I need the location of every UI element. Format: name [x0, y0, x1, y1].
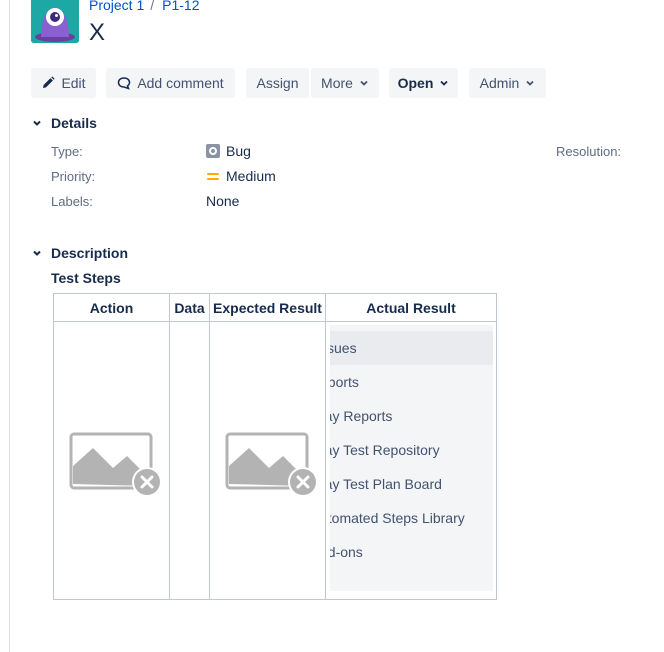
more-button[interactable]: More: [311, 68, 379, 98]
menu-item-issues[interactable]: ssues: [330, 331, 493, 365]
admin-button[interactable]: Admin: [469, 68, 546, 98]
menu-item-add-ons[interactable]: dd-ons: [330, 535, 493, 569]
menu-item-label: ray Test Repository: [330, 442, 440, 458]
add-comment-button[interactable]: Add comment: [106, 68, 235, 98]
menu-item-xray-reports[interactable]: ray Reports: [330, 399, 493, 433]
details-toggle[interactable]: Details: [31, 115, 97, 131]
broken-image-icon: [225, 432, 321, 499]
table-divider: [209, 294, 210, 599]
menu-item-label: dd-ons: [330, 544, 363, 560]
column-header-actual-result: Actual Result: [366, 299, 456, 316]
type-label: Type:: [51, 144, 83, 159]
description-heading: Description: [51, 245, 129, 261]
breadcrumb-project-link[interactable]: Project 1: [89, 0, 144, 13]
edit-button-label: Edit: [61, 75, 86, 91]
table-header-divider: [54, 321, 496, 322]
priority-medium-icon: [207, 173, 219, 180]
breadcrumb-separator: /: [150, 0, 155, 13]
chevron-down-icon: [440, 80, 449, 86]
menu-item-xray-test-plan-board[interactable]: ray Test Plan Board: [330, 467, 493, 501]
labels-value[interactable]: None: [206, 193, 239, 209]
broken-image-icon: [69, 432, 165, 499]
menu-item-label: eports: [330, 374, 359, 390]
menu-item-label: ray Reports: [330, 408, 393, 424]
breadcrumb: Project 1 / P1-12: [89, 0, 200, 13]
menu-item-reports[interactable]: eports: [330, 365, 493, 399]
dropdown-menu: ssues eports ray Reports ray Test Reposi…: [330, 325, 493, 591]
table-divider: [325, 294, 326, 599]
add-comment-label: Add comment: [137, 75, 224, 91]
edit-button[interactable]: Edit: [31, 68, 96, 98]
column-header-data: Data: [174, 299, 205, 316]
menu-item-label: utomated Steps Library: [330, 510, 465, 526]
priority-value: Medium: [206, 168, 276, 184]
menu-item-label: ray Test Plan Board: [330, 476, 442, 492]
table-divider: [169, 294, 170, 599]
issue-title[interactable]: X: [89, 19, 105, 47]
breadcrumb-issue-link[interactable]: P1-12: [162, 0, 199, 13]
bug-icon: [206, 144, 220, 158]
resolution-label: Resolution:: [556, 144, 622, 159]
priority-value-text: Medium: [226, 168, 276, 184]
labels-label: Labels:: [51, 194, 93, 209]
more-label: More: [321, 75, 353, 91]
comment-icon: [118, 77, 131, 90]
status-label: Open: [397, 75, 434, 91]
chevron-down-icon: [33, 250, 41, 256]
pencil-icon: [43, 76, 56, 88]
type-value-text: Bug: [226, 143, 251, 159]
test-steps-title: Test Steps: [51, 270, 121, 286]
left-border: [9, 0, 10, 652]
assign-button[interactable]: Assign: [246, 68, 309, 98]
chevron-down-icon: [360, 80, 368, 86]
status-open-button[interactable]: Open: [389, 68, 458, 98]
project-avatar-icon[interactable]: [31, 0, 79, 43]
assign-label: Assign: [256, 75, 299, 91]
menu-item-xray-test-repository[interactable]: ray Test Repository: [330, 433, 493, 467]
menu-item-label: ssues: [330, 340, 357, 356]
chevron-down-icon: [33, 120, 41, 126]
menu-item-automated-steps-library[interactable]: utomated Steps Library: [330, 501, 493, 535]
column-header-action: Action: [89, 299, 134, 316]
admin-label: Admin: [479, 75, 520, 91]
column-header-expected-result: Expected Result: [213, 299, 322, 316]
details-heading: Details: [51, 115, 97, 131]
type-value: Bug: [206, 143, 251, 159]
chevron-down-icon: [526, 80, 534, 86]
description-toggle[interactable]: Description: [31, 245, 128, 261]
priority-label: Priority:: [51, 169, 96, 184]
